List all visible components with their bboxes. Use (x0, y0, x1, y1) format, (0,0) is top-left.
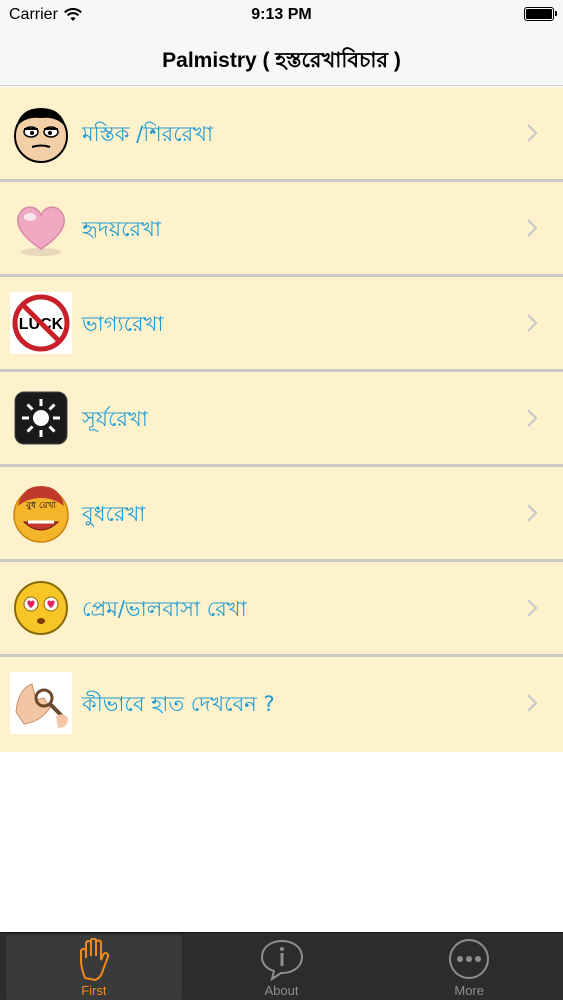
list-item-label: ভাগ্যরেখা (82, 312, 164, 336)
chevron-right-icon (527, 504, 538, 522)
chevron-right-icon (527, 694, 538, 712)
list-item-head-line[interactable]: মস্তিক /শিররেখা (0, 87, 563, 182)
list-item-sun-line[interactable]: সূর্যরেখা (0, 372, 563, 467)
chevron-right-icon (527, 124, 538, 142)
battery-icon (524, 7, 557, 21)
face-icon (10, 102, 72, 164)
topic-list: মস্তিক /শিররেখা হৃদয়রেখা LUCK ভাগ্যরেখা (0, 87, 563, 752)
hand-icon (79, 938, 109, 982)
budh-face-icon: বুধ রেখা (10, 482, 72, 544)
page-title: Palmistry ( হস্তরেখাবিচার ) (162, 49, 401, 72)
status-time: 9:13 PM (251, 6, 312, 23)
no-luck-icon: LUCK (10, 292, 72, 354)
chevron-right-icon (527, 314, 538, 332)
tab-label: More (454, 983, 484, 998)
list-item-love-line[interactable]: প্রেম/ভালবাসা রেখা (0, 562, 563, 657)
list-item-mercury-line[interactable]: বুধ রেখা বুধরেখা (0, 467, 563, 562)
list-item-how-to-read[interactable]: কীভাবে হাত দেখবেন ? (0, 657, 563, 752)
sun-icon (10, 387, 72, 449)
love-emoji-icon (10, 577, 72, 639)
list-item-fate-line[interactable]: LUCK ভাগ্যরেখা (0, 277, 563, 372)
list-item-label: প্রেম/ভালবাসা রেখা (82, 597, 247, 621)
list-item-label: বুধরেখা (82, 502, 146, 526)
list-item-label: সূর্যরেখা (82, 407, 148, 431)
palm-magnifier-icon (10, 672, 72, 734)
tab-first[interactable]: First (0, 933, 188, 1000)
tab-label: About (264, 983, 299, 998)
more-dots-icon (449, 939, 490, 979)
budh-text: বুধ রেখা (25, 501, 56, 511)
list-item-label: মস্তিক /শিররেখা (82, 122, 214, 146)
heart-icon (10, 197, 72, 259)
nav-bar: Palmistry ( হস্তরেখাবিচার ) (0, 30, 563, 86)
tab-about[interactable]: About (188, 933, 376, 1000)
tab-more[interactable]: More (375, 933, 563, 1000)
chevron-right-icon (527, 409, 538, 427)
chevron-right-icon (527, 599, 538, 617)
chevron-right-icon (527, 219, 538, 237)
tab-label: First (81, 983, 107, 998)
list-item-heart-line[interactable]: হৃদয়রেখা (0, 182, 563, 277)
list-item-label: হৃদয়রেখা (82, 217, 161, 241)
status-bar: Carrier 9:13 PM (0, 0, 563, 30)
list-item-label: কীভাবে হাত দেখবেন ? (82, 692, 275, 716)
tab-bar: First About More (0, 932, 563, 1000)
info-bubble-icon (260, 939, 303, 982)
